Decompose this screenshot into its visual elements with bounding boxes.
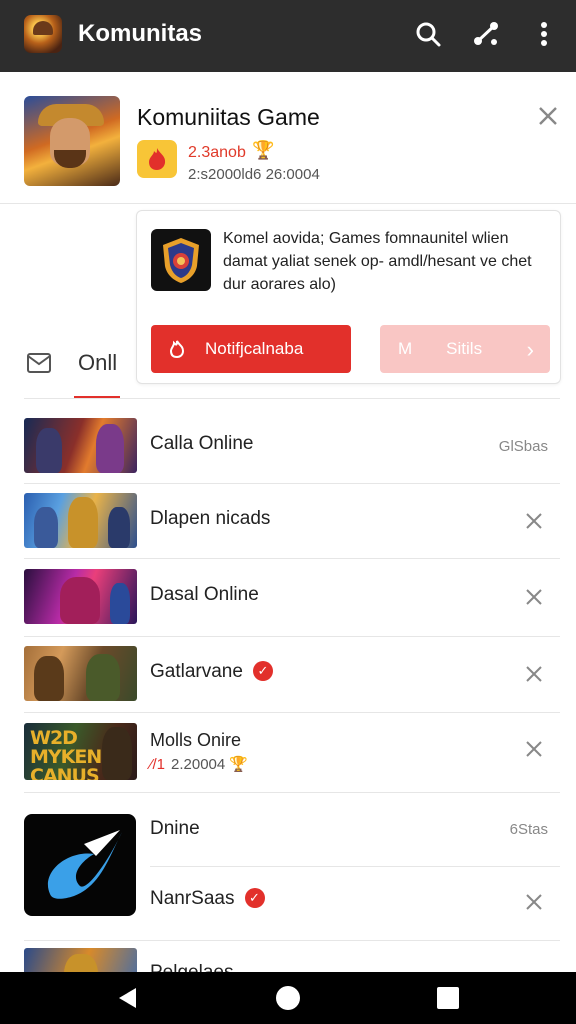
search-icon[interactable] <box>410 16 446 52</box>
mail-icon[interactable] <box>26 350 54 376</box>
app-bar: Komunitas <box>0 0 576 72</box>
shield-icon <box>151 229 211 291</box>
list-item-meta: 6Stas <box>509 821 548 838</box>
divider <box>150 866 560 867</box>
skip-button[interactable]: M Sitils › <box>380 325 550 373</box>
divider <box>24 483 560 484</box>
game-thumbnail <box>24 569 137 624</box>
chevron-right-icon: › <box>526 337 534 362</box>
close-icon[interactable] <box>534 102 562 130</box>
flame-icon <box>169 340 185 358</box>
tab-online[interactable]: Onll <box>78 350 117 376</box>
list-item-title: Dlapen nicads <box>150 508 271 529</box>
game-meta: 2:s2000ld6 26:0004 <box>188 166 320 183</box>
game-thumbnail <box>24 418 137 473</box>
skip-button-prefix: M <box>398 339 413 358</box>
list-item-meta-value: 2.20004 <box>171 756 226 773</box>
divider <box>24 940 560 941</box>
more-vert-icon[interactable] <box>526 16 562 52</box>
recents-icon[interactable] <box>436 986 460 1010</box>
list-item-title: NanrSaas ✓ <box>150 888 265 910</box>
game-thumbnail <box>24 493 137 548</box>
verified-icon: ✓ <box>252 661 273 681</box>
close-icon[interactable] <box>524 511 544 531</box>
home-icon[interactable] <box>276 986 300 1010</box>
game-icon[interactable] <box>24 814 136 916</box>
trophy-icon: 🏆 <box>229 756 249 773</box>
list-item-title: Dnine <box>150 818 200 839</box>
system-nav-bar <box>0 972 576 1024</box>
back-icon[interactable] <box>116 986 140 1010</box>
trophy-icon: 🏆 <box>252 140 275 160</box>
skip-button-label: Sitils <box>446 339 483 358</box>
list-item-title-text: NanrSaas <box>150 888 235 909</box>
hot-badge: ⁄/1 <box>150 756 166 773</box>
app-title: Komunitas <box>78 20 203 47</box>
divider <box>24 636 560 637</box>
game-title: Komuniitas Game <box>137 104 320 130</box>
game-rating: 2.3anob <box>188 144 246 161</box>
fire-icon <box>137 140 177 178</box>
close-icon[interactable] <box>524 739 544 759</box>
close-icon[interactable] <box>524 892 544 912</box>
list-item-meta: GlSbas <box>498 438 548 455</box>
divider <box>24 558 560 559</box>
list-item-title: Calla Online <box>150 433 254 454</box>
game-thumbnail: W2D MYKEN CANUS <box>24 723 137 780</box>
verified-icon: ✓ <box>244 888 265 908</box>
share-icon[interactable] <box>468 16 504 52</box>
popup-message: Komel aovida; Games fomnaunitel wlien da… <box>223 230 532 293</box>
list-item-title: Dasal Online <box>150 584 259 605</box>
notification-popup: Komel aovida; Games fomnaunitel wlien da… <box>136 210 561 384</box>
divider <box>24 792 560 793</box>
close-icon[interactable] <box>524 587 544 607</box>
game-header: Komuniitas Game 2.3anob 🏆 2:s2000ld6 26:… <box>0 76 576 204</box>
close-icon[interactable] <box>524 664 544 684</box>
list-item-title-text: Gatlarvane <box>150 661 243 682</box>
list-item-title: Molls Onire <box>150 730 242 750</box>
list-item-meta: ⁄/1 2.20004 🏆 <box>150 755 248 773</box>
divider <box>24 712 560 713</box>
list-item-title: Gatlarvane ✓ <box>150 661 273 683</box>
tab-bar: Onll <box>0 330 136 400</box>
app-logo[interactable] <box>24 15 62 53</box>
game-thumbnail <box>24 646 137 701</box>
notification-button-label: Notifjcalnaba <box>205 339 304 358</box>
tab-divider <box>24 398 560 399</box>
game-cover-image[interactable] <box>24 96 120 186</box>
notification-button[interactable]: Notifjcalnaba <box>151 325 351 373</box>
